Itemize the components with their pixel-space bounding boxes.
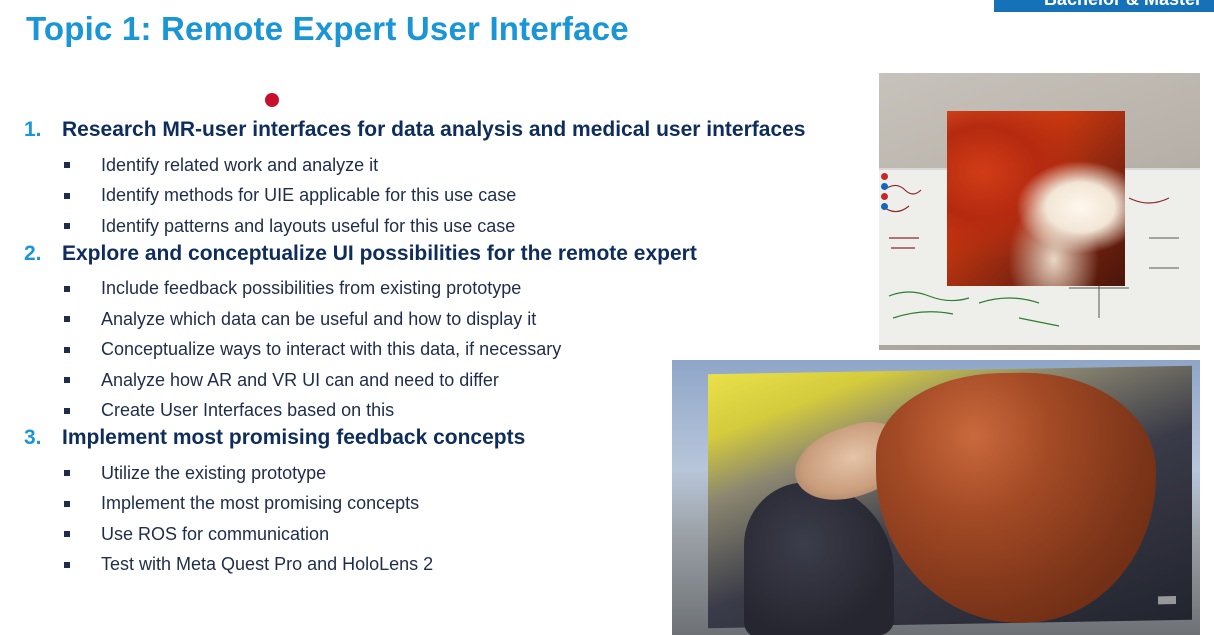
slide-title: Topic 1: Remote Expert User Interface — [26, 10, 629, 47]
liver-render-projection — [947, 111, 1125, 286]
bullet-text: Implement the most promising concepts — [101, 493, 420, 514]
section-heading-text: Research MR-user interfaces for data ana… — [62, 118, 806, 141]
section-number: 3. — [24, 426, 42, 449]
bullet-text: Identify patterns and layouts useful for… — [101, 215, 516, 236]
bullet-text: Create User Interfaces based on this — [101, 400, 395, 421]
square-bullet-icon — [64, 470, 70, 477]
liver-shape — [876, 370, 1156, 626]
bullet-text: Test with Meta Quest Pro and HoloLens 2 — [101, 554, 434, 575]
section-1: 1. Research MR-user interfaces for data … — [24, 118, 884, 242]
bullet-item: Identify patterns and layouts useful for… — [24, 211, 884, 242]
sleeve-shape — [744, 480, 894, 635]
bullet-item: Analyze which data can be useful and how… — [24, 304, 884, 335]
bullet-text: Identify related work and analyze it — [101, 154, 379, 175]
bullet-text: Use ROS for communication — [101, 523, 330, 544]
scan-frame — [708, 365, 1192, 635]
section-number: 1. — [24, 118, 42, 141]
program-badge: Bachelor & Master — [994, 0, 1214, 12]
bullet-list: Identify related work and analyze it Ide… — [24, 150, 884, 242]
magnet-dots — [881, 173, 889, 213]
watermark-icon — [1158, 596, 1176, 605]
bullet-item: Identify methods for UIE applicable for … — [24, 181, 884, 212]
laser-pointer-dot — [265, 93, 279, 107]
section-heading-text: Implement most promising feedback concep… — [62, 426, 526, 449]
bullet-text: Identify methods for UIE applicable for … — [101, 185, 517, 206]
section-heading: 2. Explore and conceptualize UI possibil… — [24, 242, 884, 274]
section-heading-text: Explore and conceptualize UI possibiliti… — [62, 241, 697, 265]
square-bullet-icon — [64, 192, 70, 199]
section-number: 2. — [24, 241, 42, 265]
square-bullet-icon — [64, 223, 70, 230]
square-bullet-icon — [64, 346, 70, 353]
square-bullet-icon — [64, 285, 70, 292]
bullet-text: Conceptualize ways to interact with this… — [101, 339, 562, 360]
square-bullet-icon — [64, 407, 70, 414]
square-bullet-icon — [64, 316, 70, 323]
bullet-item: Identify related work and analyze it — [24, 150, 884, 181]
square-bullet-icon — [64, 561, 70, 568]
whiteboard-projection-photo — [879, 73, 1200, 350]
square-bullet-icon — [64, 162, 70, 169]
liver-scan-photo — [672, 360, 1200, 635]
section-heading: 1. Research MR-user interfaces for data … — [24, 118, 884, 150]
square-bullet-icon — [64, 500, 70, 507]
bullet-text: Include feedback possibilities from exis… — [101, 278, 522, 299]
bullet-text: Analyze which data can be useful and how… — [101, 308, 537, 329]
bullet-text: Utilize the existing prototype — [101, 462, 327, 483]
bullet-text: Analyze how AR and VR UI can and need to… — [101, 369, 499, 390]
square-bullet-icon — [64, 531, 70, 538]
square-bullet-icon — [64, 377, 70, 384]
bullet-item: Include feedback possibilities from exis… — [24, 274, 884, 305]
